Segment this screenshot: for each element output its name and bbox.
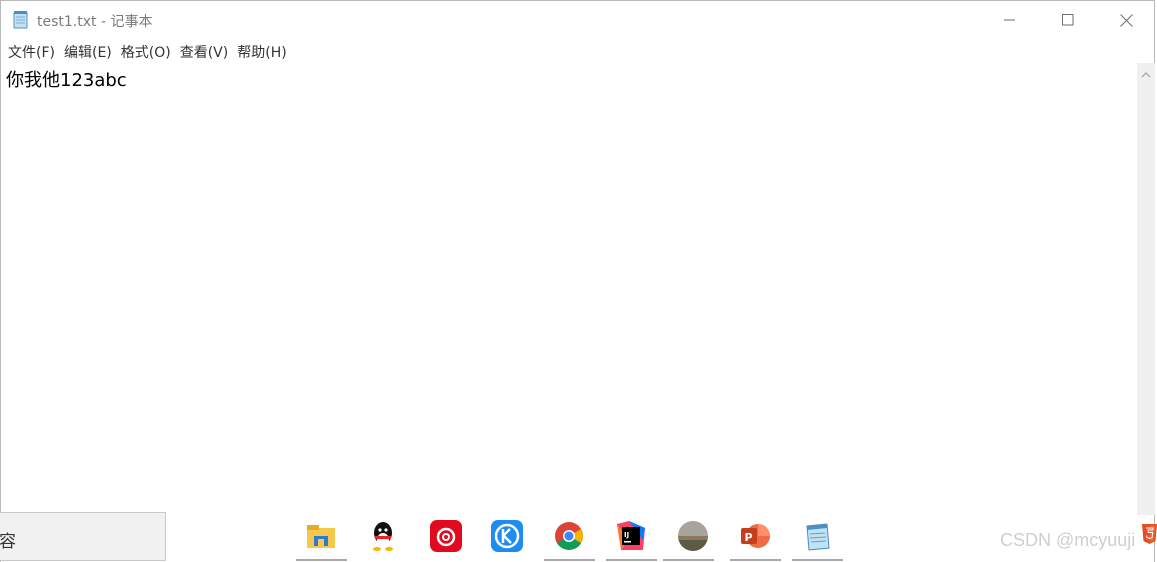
title-bar[interactable]: test1.txt - 记事本 — [1, 1, 1154, 39]
menu-file[interactable]: 文件(F) — [8, 42, 55, 62]
close-button[interactable] — [1097, 1, 1155, 39]
powerpoint-icon[interactable]: P — [739, 520, 771, 552]
taskbar-indicator — [544, 559, 595, 561]
minimize-icon — [1004, 19, 1015, 21]
taskbar-indicator — [606, 559, 657, 561]
svg-text:IJ: IJ — [624, 531, 629, 539]
notepad-icon — [13, 11, 28, 29]
photo-app-icon[interactable] — [677, 520, 709, 552]
taskbar-indicator — [296, 559, 347, 561]
chrome-icon[interactable] — [553, 520, 585, 552]
notepad-taskbar-icon[interactable] — [801, 520, 833, 552]
taskbar-indicator — [663, 559, 714, 561]
svg-text:P: P — [745, 531, 753, 544]
maximize-icon — [1062, 14, 1074, 26]
taskbar-left-text: 容 — [0, 532, 16, 552]
qq-icon[interactable] — [367, 520, 399, 552]
html5-icon — [1142, 524, 1157, 544]
editor-content[interactable]: 你我他123abc — [6, 66, 127, 92]
kugou-icon[interactable] — [491, 520, 523, 552]
window-title: test1.txt - 记事本 — [37, 14, 153, 30]
taskbar-left-box[interactable]: 容 — [0, 512, 166, 561]
file-explorer-icon[interactable] — [305, 520, 337, 552]
taskbar-indicator — [730, 559, 781, 561]
menu-bar: 文件(F) 编辑(E) 格式(O) 查看(V) 帮助(H) — [1, 41, 1154, 63]
menu-help[interactable]: 帮助(H) — [237, 42, 286, 62]
maximize-button[interactable] — [1039, 1, 1097, 39]
close-icon — [1119, 13, 1133, 27]
watermark-text: CSDN @mcyuuji — [1000, 530, 1136, 550]
notepad-window: test1.txt - 记事本 文件(F) 编辑(E) 格式(O) 查看(V) … — [0, 0, 1155, 562]
vertical-scrollbar[interactable] — [1137, 63, 1155, 515]
taskbar: 容 IJ P CSDN @mcyuuji — [0, 512, 1157, 562]
menu-format[interactable]: 格式(O) — [121, 42, 171, 62]
netease-music-icon[interactable] — [430, 520, 462, 552]
intellij-idea-icon[interactable]: IJ — [615, 520, 647, 552]
menu-view[interactable]: 查看(V) — [180, 42, 229, 62]
scroll-up-icon[interactable] — [1141, 70, 1151, 80]
minimize-button[interactable] — [981, 1, 1039, 39]
text-editor[interactable]: 你我他123abc — [2, 63, 1137, 515]
taskbar-indicator — [792, 559, 843, 561]
menu-edit[interactable]: 编辑(E) — [64, 42, 112, 62]
